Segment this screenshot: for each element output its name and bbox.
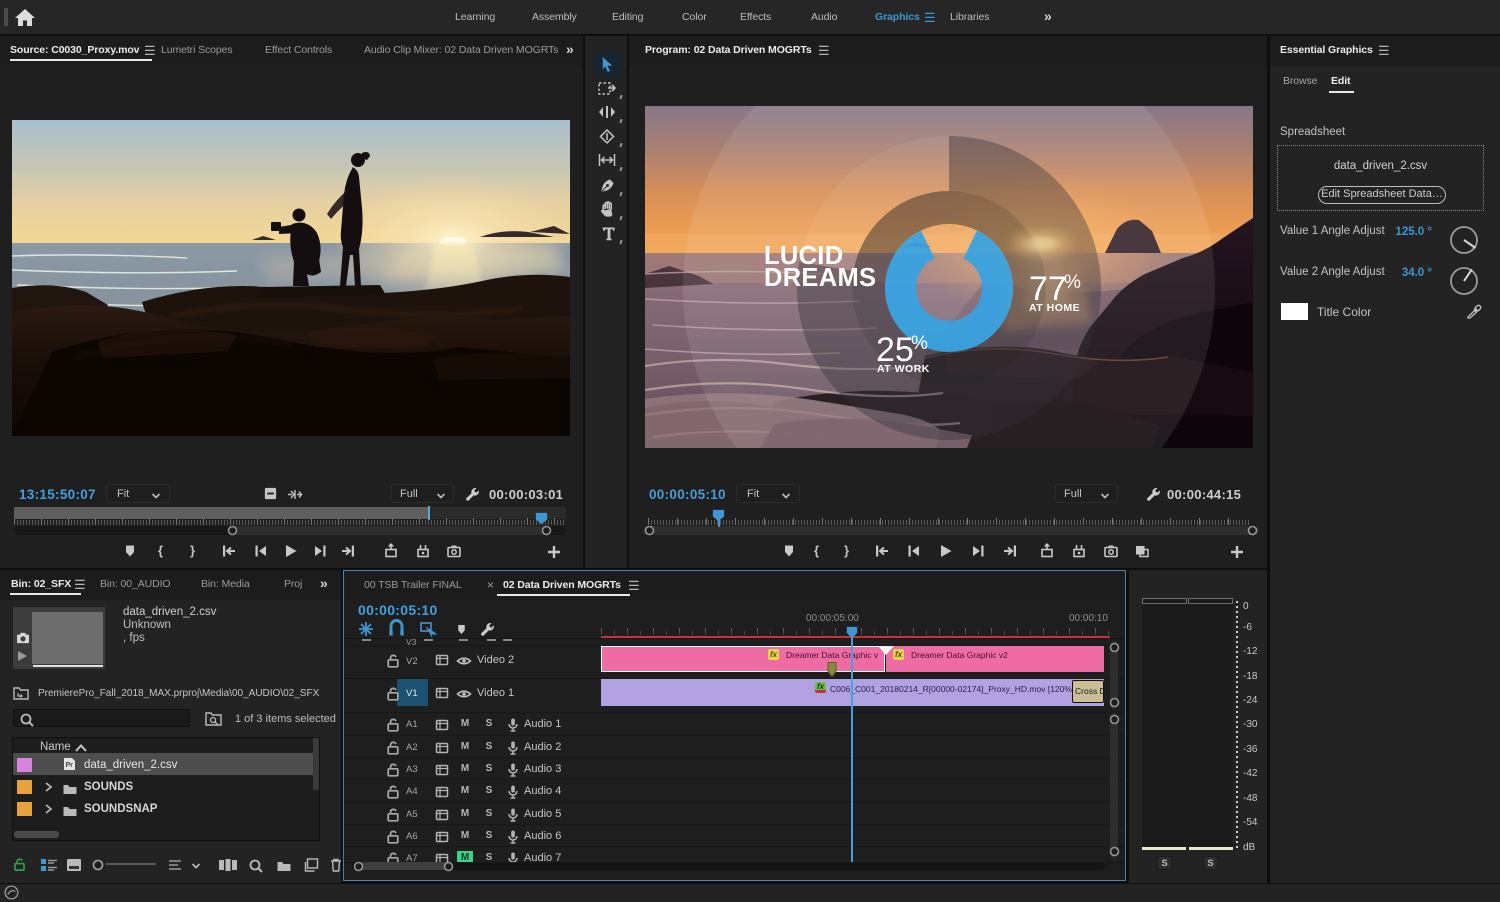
svg-text:%: % — [911, 333, 928, 354]
svg-text:Pr: Pr — [66, 762, 74, 769]
svg-text:%: % — [1064, 272, 1081, 293]
svg-text:DREAMS: DREAMS — [764, 264, 876, 292]
svg-text:AT HOME: AT HOME — [1029, 302, 1080, 314]
svg-text:AT WORK: AT WORK — [877, 363, 930, 375]
